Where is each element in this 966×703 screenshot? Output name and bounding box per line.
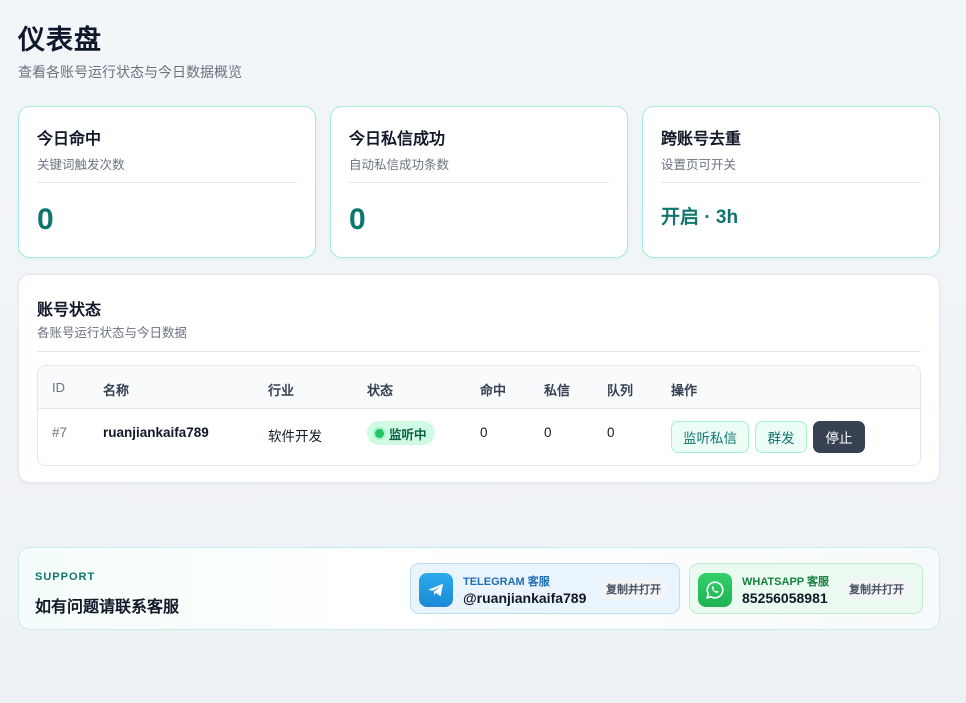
telegram-copy-open-button[interactable]: 复制并打开 (599, 578, 668, 600)
stat-desc: 设置页可开关 (661, 158, 737, 172)
telegram-label: TELEGRAM 客服 (463, 576, 550, 588)
whatsapp-icon (698, 573, 732, 607)
accounts-table: ID 名称 行业 状态 命中 私信 队列 操作 #7 ruanjiankaifa… (37, 365, 921, 466)
column-header-actions: 操作 (671, 383, 698, 398)
cell-id: #7 (52, 425, 68, 440)
panel-title: 账号状态 (37, 302, 102, 319)
divider (37, 351, 921, 352)
account-status-panel: 账号状态 各账号运行状态与今日数据 ID 名称 行业 状态 命中 私信 队列 操… (18, 274, 940, 483)
support-banner: SUPPORT 如有问题请联系客服 TELEGRAM 客服 @ruanjiank… (18, 547, 940, 630)
table-header: ID 名称 行业 状态 命中 私信 队列 操作 (38, 366, 920, 409)
listen-dm-button[interactable]: 监听私信 (671, 421, 749, 453)
cell-industry: 软件开发 (268, 429, 322, 444)
stat-card-dedupe: 跨账号去重 设置页可开关 开启 · 3h (642, 106, 940, 258)
column-header-dms: 私信 (544, 383, 571, 398)
whatsapp-copy-open-button[interactable]: 复制并打开 (842, 578, 911, 600)
stat-value: 开启 · 3h (661, 207, 739, 228)
telegram-contact-card[interactable]: TELEGRAM 客服 @ruanjiankaifa789 复制并打开 (410, 563, 680, 614)
stat-card-dm-success: 今日私信成功 自动私信成功条数 0 (330, 106, 628, 258)
divider (349, 182, 609, 183)
stat-desc: 自动私信成功条数 (349, 158, 450, 172)
column-header-industry: 行业 (268, 383, 295, 398)
page-subtitle: 查看各账号运行状态与今日数据概览 (18, 64, 242, 80)
divider (37, 182, 297, 183)
telegram-icon (419, 573, 453, 607)
telegram-handle: @ruanjiankaifa789 (463, 590, 587, 606)
stat-title: 今日命中 (37, 131, 102, 148)
cell-hits: 0 (480, 425, 488, 440)
column-header-hits: 命中 (480, 383, 507, 398)
stat-card-today-hits: 今日命中 关键词触发次数 0 (18, 106, 316, 258)
whatsapp-handle: 85256058981 (742, 590, 828, 606)
broadcast-button[interactable]: 群发 (755, 421, 807, 453)
whatsapp-contact-card[interactable]: WHATSAPP 客服 85256058981 复制并打开 (689, 563, 923, 614)
support-heading: 如有问题请联系客服 (35, 599, 180, 616)
stat-title: 跨账号去重 (661, 131, 742, 148)
stat-title: 今日私信成功 (349, 131, 446, 148)
cell-dms: 0 (544, 425, 552, 440)
support-eyebrow: SUPPORT (35, 571, 96, 583)
status-label: 监听中 (389, 427, 427, 442)
stat-desc: 关键词触发次数 (37, 158, 125, 172)
stop-button[interactable]: 停止 (813, 421, 865, 453)
whatsapp-label: WHATSAPP 客服 (742, 576, 829, 588)
stat-value: 0 (349, 203, 366, 236)
panel-desc: 各账号运行状态与今日数据 (37, 326, 188, 340)
column-header-status: 状态 (367, 383, 394, 398)
column-header-id: ID (52, 380, 65, 395)
stat-value: 0 (37, 203, 54, 236)
page-title: 仪表盘 (18, 25, 102, 55)
cell-name: ruanjiankaifa789 (103, 425, 209, 440)
column-header-name: 名称 (103, 383, 130, 398)
status-badge: 监听中 (367, 421, 435, 445)
cell-queue: 0 (607, 425, 615, 440)
column-header-queue: 队列 (607, 383, 634, 398)
table-row: #7 ruanjiankaifa789 软件开发 监听中 0 0 0 监听私信 … (38, 409, 920, 465)
divider (661, 182, 921, 183)
status-dot-icon (375, 428, 384, 438)
